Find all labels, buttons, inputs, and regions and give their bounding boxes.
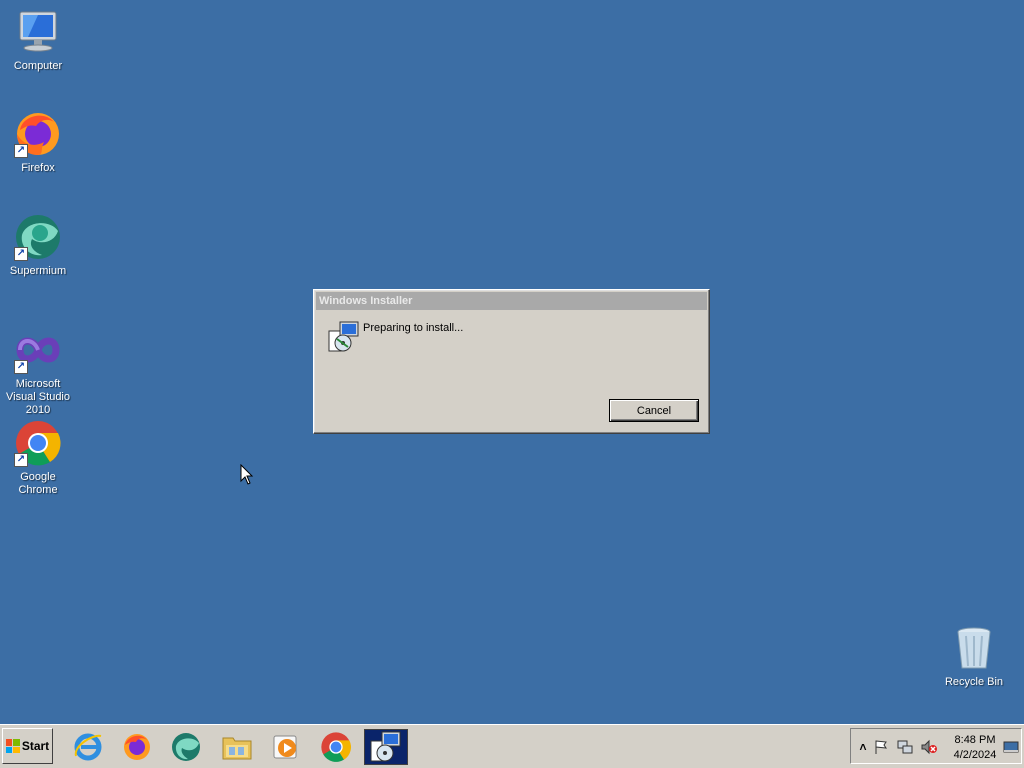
supermium-icon: ↗ bbox=[14, 213, 62, 261]
show-desktop-icon[interactable] bbox=[1003, 739, 1019, 755]
desktop-icon-label: Google Chrome bbox=[18, 471, 58, 496]
file-explorer-icon bbox=[222, 737, 252, 760]
internet-explorer-icon bbox=[74, 733, 102, 761]
windows-installer-icon bbox=[370, 731, 401, 762]
clock-time: 8:48 PM bbox=[954, 734, 996, 746]
shortcut-arrow-icon: ↗ bbox=[14, 360, 28, 374]
visual-studio-icon: ↗ bbox=[14, 326, 62, 374]
desktop-icon-firefox[interactable]: ↗ Firefox bbox=[0, 110, 76, 175]
show-hidden-icons-chevron[interactable]: ˄ bbox=[855, 739, 871, 755]
desktop-icon-label: Supermium bbox=[9, 265, 67, 277]
volume-muted-icon[interactable] bbox=[921, 739, 937, 755]
taskbar-media-player[interactable] bbox=[264, 729, 308, 765]
cancel-button[interactable]: Cancel bbox=[609, 399, 699, 422]
network-icon[interactable] bbox=[897, 739, 913, 755]
media-player-icon bbox=[273, 735, 297, 759]
action-center-flag-icon[interactable] bbox=[873, 739, 889, 755]
firefox-icon: ↗ bbox=[14, 110, 62, 158]
desktop-icon-visual-studio[interactable]: ↗ Microsoft Visual Studio 2010 bbox=[0, 326, 76, 417]
desktop-icon-label: Computer bbox=[13, 60, 63, 72]
firefox-icon bbox=[124, 734, 150, 760]
taskbar-chrome[interactable] bbox=[314, 729, 358, 765]
recycle-bin-icon bbox=[950, 624, 998, 672]
installer-icon bbox=[328, 321, 360, 353]
windows-logo-icon bbox=[5, 739, 20, 753]
mouse-cursor-icon bbox=[240, 463, 254, 489]
dialog-title: Windows Installer bbox=[316, 292, 707, 310]
dialog-message: Preparing to install... bbox=[363, 322, 464, 334]
taskbar: Start ˄ 8:48 PM 4/2/2024 bbox=[0, 724, 1024, 768]
desktop-icon-recycle-bin[interactable]: Recycle Bin bbox=[936, 624, 1012, 689]
desktop-icon-google-chrome[interactable]: ↗ Google Chrome bbox=[0, 419, 76, 497]
supermium-icon bbox=[172, 733, 200, 761]
clock[interactable]: 8:48 PM 4/2/2024 bbox=[945, 733, 1005, 763]
clock-date: 4/2/2024 bbox=[953, 749, 997, 761]
windows-installer-dialog: Windows Installer Preparing to install..… bbox=[313, 289, 710, 434]
taskbar-windows-installer[interactable] bbox=[364, 729, 408, 765]
chrome-icon bbox=[321, 732, 352, 762]
shortcut-arrow-icon: ↗ bbox=[14, 144, 28, 158]
desktop-icon-computer[interactable]: Computer bbox=[0, 8, 76, 73]
chrome-icon: ↗ bbox=[14, 419, 62, 467]
start-button[interactable]: Start bbox=[2, 728, 53, 764]
shortcut-arrow-icon: ↗ bbox=[14, 247, 28, 261]
system-tray: ˄ 8:48 PM 4/2/2024 bbox=[850, 728, 1022, 764]
desktop-icon-label: Firefox bbox=[21, 162, 55, 174]
shortcut-arrow-icon: ↗ bbox=[14, 453, 28, 467]
taskbar-internet-explorer[interactable] bbox=[66, 729, 110, 765]
desktop-icon-label: Recycle Bin bbox=[944, 676, 1004, 688]
start-label: Start bbox=[21, 739, 50, 753]
desktop-icon-supermium[interactable]: ↗ Supermium bbox=[0, 213, 76, 278]
taskbar-supermium[interactable] bbox=[164, 729, 208, 765]
taskbar-file-explorer[interactable] bbox=[215, 729, 259, 765]
desktop-icon-label: Microsoft Visual Studio 2010 bbox=[5, 378, 70, 416]
taskbar-firefox[interactable] bbox=[115, 729, 159, 765]
computer-icon bbox=[14, 8, 62, 56]
